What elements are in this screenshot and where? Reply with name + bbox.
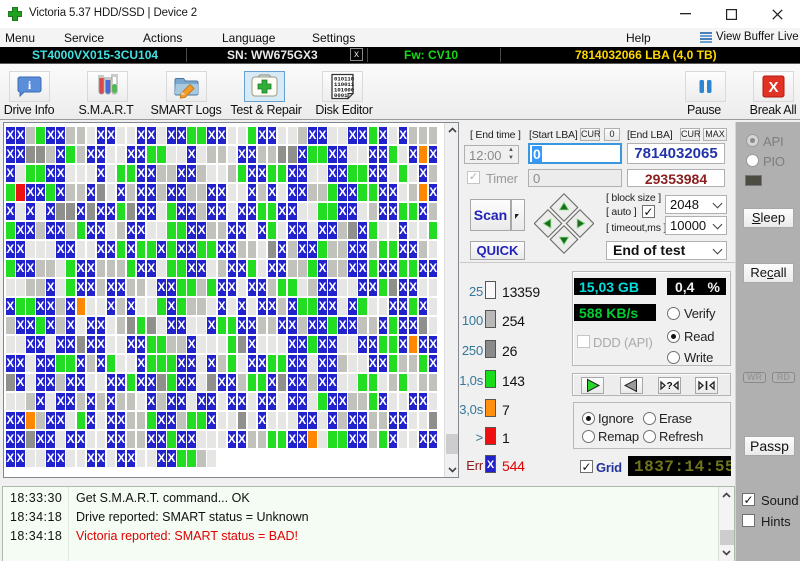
svg-text:0001: 0001 [334, 92, 348, 99]
svg-text:X: X [768, 79, 778, 96]
svg-text:?: ? [666, 381, 672, 392]
